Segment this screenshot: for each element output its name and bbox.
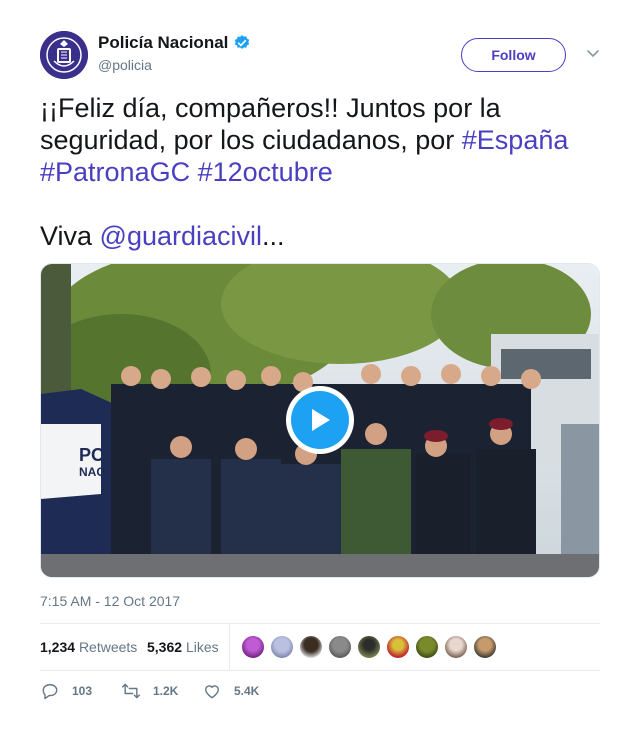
hashtag-patronagc[interactable]: #PatronaGC xyxy=(40,157,190,187)
tweet-actions: 103 1.2K 5.4K xyxy=(40,681,600,705)
hashtag-espana[interactable]: #España xyxy=(462,125,569,155)
likes-count: 5,362 xyxy=(147,639,183,655)
chevron-down-icon[interactable] xyxy=(585,45,601,61)
stats-divider xyxy=(229,624,230,670)
reply-button[interactable]: 103 xyxy=(40,681,92,701)
liker-avatar[interactable] xyxy=(386,635,410,659)
retweet-button[interactable]: 1.2K xyxy=(121,681,178,701)
reply-count: 103 xyxy=(72,684,93,698)
likes-stat[interactable]: 5,362 Likes xyxy=(147,639,219,655)
retweets-stat[interactable]: 1,234 Retweets xyxy=(40,639,137,655)
tweet-stats: 1,234 Retweets 5,362 Likes xyxy=(40,623,600,671)
svg-text:NAC: NAC xyxy=(79,465,105,479)
video-player[interactable]: PO NAC xyxy=(40,263,600,578)
author-display-name[interactable]: Policía Nacional xyxy=(98,33,228,53)
tweet-timestamp[interactable]: 7:15 AM - 12 Oct 2017 xyxy=(40,593,180,609)
liker-avatar[interactable] xyxy=(415,635,439,659)
tweet-header: Policía Nacional @policia Follow xyxy=(40,31,600,81)
liker-avatar[interactable] xyxy=(270,635,294,659)
author-info: Policía Nacional @policia xyxy=(98,33,251,73)
tweet-text-ellipsis: ... xyxy=(262,221,285,251)
like-count: 5.4K xyxy=(234,684,260,698)
likes-label: Likes xyxy=(185,639,219,655)
play-icon xyxy=(312,409,330,431)
retweets-label: Retweets xyxy=(78,639,138,655)
retweets-count: 1,234 xyxy=(40,639,76,655)
liker-avatars xyxy=(241,635,502,659)
liker-avatar[interactable] xyxy=(241,635,265,659)
mention-guardiacivil[interactable]: @guardiacivil xyxy=(100,221,262,251)
retweet-icon xyxy=(121,683,141,699)
reply-icon xyxy=(42,684,58,700)
liker-avatar[interactable] xyxy=(357,635,381,659)
tweet-text-viva: Viva xyxy=(40,221,100,251)
liker-avatar[interactable] xyxy=(328,635,352,659)
police-shield-logo-icon xyxy=(40,31,88,79)
follow-button[interactable]: Follow xyxy=(461,38,566,72)
liker-avatar[interactable] xyxy=(444,635,468,659)
verified-badge-icon xyxy=(235,35,250,49)
author-handle[interactable]: @policia xyxy=(98,57,251,73)
tweet-text-body: ¡¡Feliz día, compañeros!! Juntos por la … xyxy=(40,93,509,155)
svg-text:PO: PO xyxy=(79,445,105,465)
retweet-count: 1.2K xyxy=(153,684,179,698)
avatar[interactable] xyxy=(40,31,88,79)
tweet-text: ¡¡Feliz día, compañeros!! Juntos por la … xyxy=(40,92,600,252)
like-button[interactable]: 5.4K xyxy=(202,681,259,701)
liker-avatar[interactable] xyxy=(299,635,323,659)
liker-avatar[interactable] xyxy=(473,635,497,659)
hashtag-12octubre[interactable]: #12octubre xyxy=(198,157,333,187)
play-button[interactable] xyxy=(286,386,354,454)
heart-icon xyxy=(205,685,219,699)
